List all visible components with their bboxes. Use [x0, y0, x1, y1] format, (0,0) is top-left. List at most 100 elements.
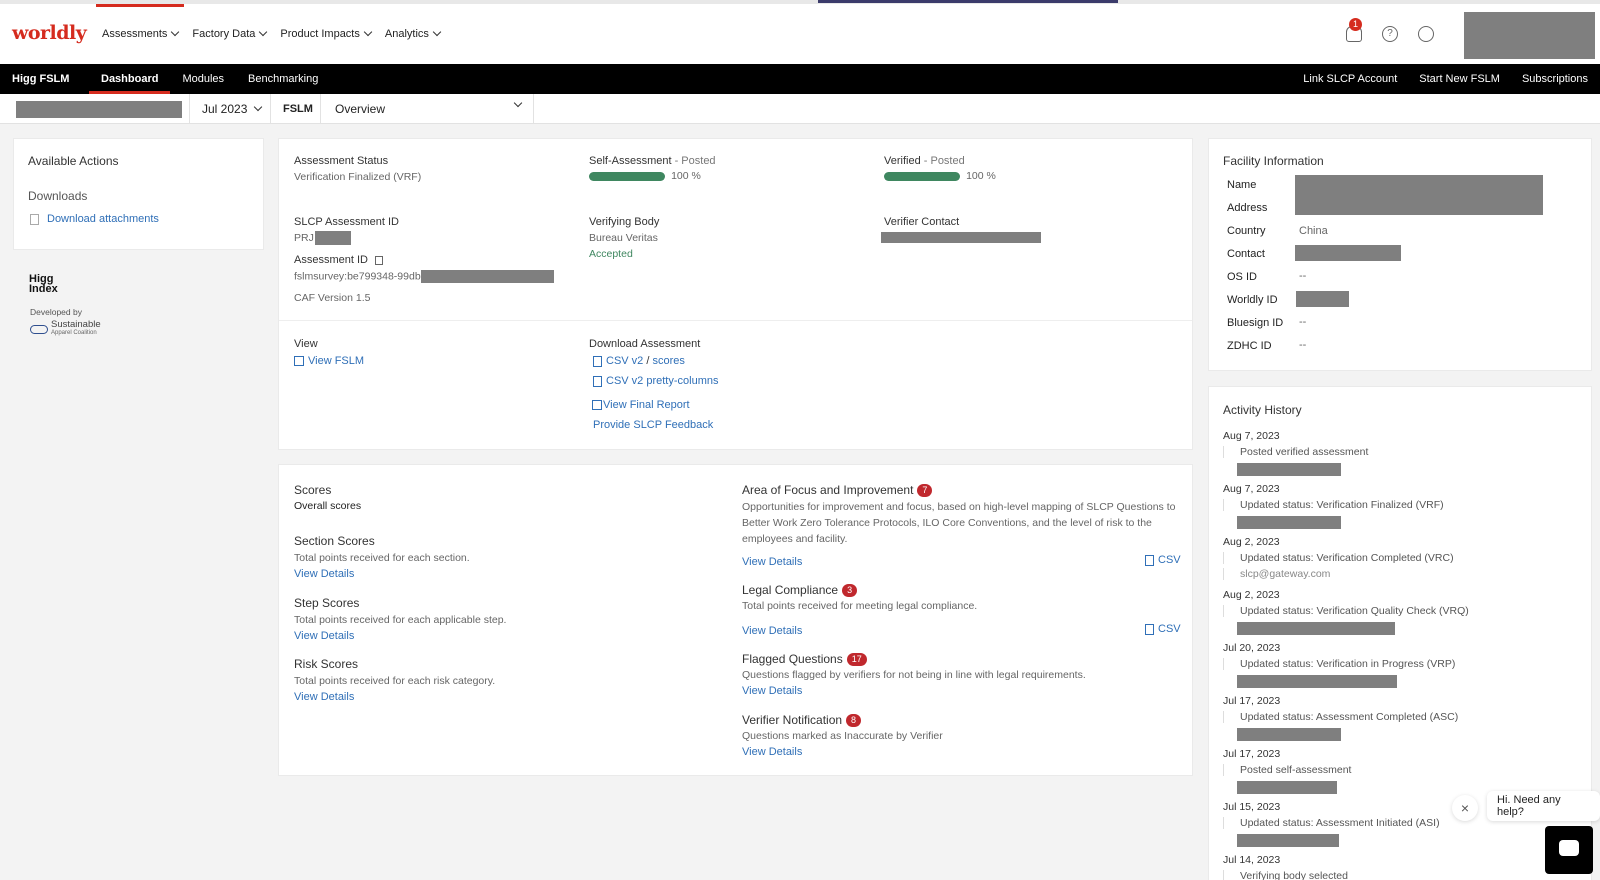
flagged-title-row: Flagged Questions 17: [742, 652, 867, 667]
activity-actor: slcp@gateway.com: [1223, 568, 1330, 580]
notification-count-badge: 8: [846, 714, 862, 728]
csv-v2-link[interactable]: CSV v2: [606, 355, 643, 367]
download-assessment-label: Download Assessment: [589, 338, 701, 350]
chevron-down-icon: [171, 27, 180, 37]
nav-factory-data[interactable]: Factory Data: [186, 4, 272, 64]
view-final-report-link[interactable]: View Final Report: [603, 399, 690, 411]
chevron-down-icon: [513, 98, 523, 108]
tab-modules[interactable]: Modules: [170, 64, 236, 94]
chevron-down-icon: [363, 27, 373, 37]
help-bubble[interactable]: Hi. Need any help?: [1487, 791, 1600, 821]
csv-pretty-row[interactable]: CSV v2 pretty-columns: [593, 375, 718, 387]
start-new-fslm[interactable]: Start New FSLM: [1419, 73, 1500, 85]
focus-title-row: Area of Focus and Improvement 7: [742, 483, 933, 498]
user-account-redacted[interactable]: [1464, 12, 1595, 59]
activity-text: Updated status: Assessment Initiated (AS…: [1223, 817, 1440, 829]
provide-feedback-link[interactable]: Provide SLCP Feedback: [593, 419, 713, 431]
notification-view-details[interactable]: View Details: [742, 746, 802, 758]
chat-icon[interactable]: [1545, 826, 1593, 874]
nav-assessments[interactable]: Assessments: [96, 4, 185, 64]
legal-view-details[interactable]: View Details: [742, 625, 802, 637]
facility-bluesign-value: --: [1299, 316, 1307, 328]
external-link-icon: [592, 400, 602, 411]
sac-logo: Sustainable Apparel Coalition: [30, 320, 101, 337]
self-assessment-progress-bar: [589, 171, 665, 181]
activity-text: Verifying body selected: [1223, 870, 1348, 880]
nav-product-impacts-label: Product Impacts: [280, 28, 360, 40]
activity-actor-redacted: [1237, 675, 1397, 688]
view-label: View: [294, 338, 318, 350]
flagged-title: Flagged Questions: [742, 652, 843, 666]
module-title: Higg FSLM: [12, 73, 70, 85]
final-report-row[interactable]: View Final Report: [592, 399, 690, 411]
main-nav: Assessments Factory Data Product Impacts…: [96, 4, 448, 64]
focus-csv-link[interactable]: CSV: [1158, 554, 1181, 566]
slcp-id-prefix: PRJ: [294, 231, 314, 244]
verifying-body-label: Verifying Body: [589, 216, 660, 228]
legal-count-badge: 3: [842, 584, 858, 598]
link-slcp-account[interactable]: Link SLCP Account: [1303, 73, 1397, 85]
help-icon[interactable]: ?: [1382, 26, 1398, 42]
activity-text: Updated status: Verification Completed (…: [1223, 552, 1454, 564]
risk-scores-view-details[interactable]: View Details: [294, 691, 354, 703]
legal-csv-row[interactable]: CSV: [1145, 623, 1181, 635]
facility-name-label: Name: [1227, 179, 1257, 191]
nav-analytics[interactable]: Analytics: [379, 4, 446, 64]
nav-product-impacts[interactable]: Product Impacts: [274, 4, 376, 64]
verifier-contact-redacted: [881, 232, 1041, 243]
facility-address-label: Address: [1227, 202, 1268, 214]
verified-progress: 100 %: [884, 170, 996, 182]
close-icon[interactable]: ×: [1452, 795, 1478, 821]
focus-desc: Opportunities for improvement and focus,…: [742, 501, 1176, 545]
section-scores-title: Section Scores: [294, 534, 375, 548]
downloads-heading: Downloads: [28, 189, 88, 203]
facility-name-address-redacted: [1295, 175, 1543, 215]
legal-csv-link[interactable]: CSV: [1158, 623, 1181, 635]
facility-title: Facility Information: [1223, 154, 1324, 168]
focus-csv-row[interactable]: CSV: [1145, 554, 1181, 566]
focus-view-details[interactable]: View Details: [742, 556, 802, 568]
facility-zdhc-value: --: [1299, 339, 1307, 351]
facility-contact-redacted: [1295, 245, 1401, 261]
step-scores-view-details[interactable]: View Details: [294, 630, 354, 642]
globe-icon[interactable]: [1418, 26, 1434, 42]
view-fslm-row[interactable]: View FSLM: [294, 355, 364, 367]
download-attachments-row[interactable]: Download attachments: [30, 213, 159, 225]
section-scores-view-details[interactable]: View Details: [294, 568, 354, 580]
activity-text: Updated status: Assessment Completed (AS…: [1223, 711, 1458, 723]
activity-date: Jul 14, 2023: [1223, 854, 1281, 866]
chevron-down-icon: [254, 102, 263, 112]
assessment-id-value-row: fslmsurvey:be799348-99db: [294, 270, 554, 283]
copy-icon[interactable]: [375, 255, 384, 265]
assessment-id-redacted: [420, 270, 554, 283]
csv-pretty-columns-link[interactable]: CSV v2 pretty-columns: [606, 375, 718, 387]
bell-icon[interactable]: 1: [1346, 18, 1362, 42]
download-attachments-link[interactable]: Download attachments: [47, 213, 159, 225]
tab-dashboard[interactable]: Dashboard: [89, 64, 171, 94]
tab-benchmarking[interactable]: Benchmarking: [236, 64, 330, 94]
flagged-count-badge: 17: [846, 653, 867, 667]
worldly-logo[interactable]: worldly: [12, 22, 87, 44]
file-icon: [593, 355, 602, 367]
subscriptions-link[interactable]: Subscriptions: [1522, 73, 1588, 85]
verified-progress-bar: [884, 171, 960, 181]
assessment-id-label: Assessment ID: [294, 254, 368, 266]
top-navigation: worldly Assessments Factory Data Product…: [0, 0, 1600, 64]
facility-zdhc-label: ZDHC ID: [1227, 340, 1272, 352]
sac-line2: Apparel Coalition: [51, 330, 97, 336]
scores-link[interactable]: scores: [652, 355, 684, 367]
flagged-view-details[interactable]: View Details: [742, 685, 802, 697]
period-select[interactable]: Jul 2023: [189, 94, 270, 124]
activity-text: Updated status: Verification Finalized (…: [1223, 499, 1444, 511]
activity-date: Jul 15, 2023: [1223, 801, 1281, 813]
activity-text: Updated status: Verification in Progress…: [1223, 658, 1455, 670]
facility-contact-label: Contact: [1227, 248, 1265, 260]
divider: [279, 320, 1192, 321]
activity-title: Activity History: [1223, 403, 1302, 417]
self-assessment-percent: 100 %: [671, 170, 701, 182]
view-fslm-link[interactable]: View FSLM: [308, 355, 364, 367]
facility-selector-redacted[interactable]: [16, 101, 182, 118]
legal-desc: Total points received for meeting legal …: [742, 600, 978, 612]
activity-actor-redacted: [1237, 463, 1341, 476]
view-select[interactable]: Overview: [320, 94, 534, 124]
